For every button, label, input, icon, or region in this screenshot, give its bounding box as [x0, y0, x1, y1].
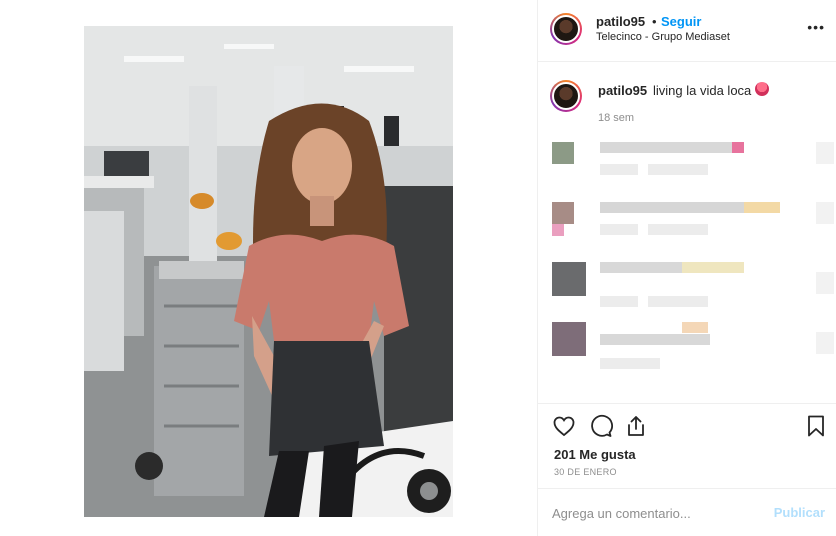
caption-avatar[interactable]	[550, 80, 582, 112]
bookmark-icon[interactable]	[804, 414, 828, 438]
location-link[interactable]: Telecinco - Grupo Mediaset	[596, 31, 730, 43]
caption-username[interactable]: patilo95	[598, 83, 647, 98]
publish-button[interactable]: Publicar	[774, 505, 825, 520]
more-horizontal-icon[interactable]: •••	[807, 20, 825, 34]
comment-form: Publicar	[538, 488, 836, 536]
comment-icon[interactable]	[589, 414, 613, 438]
photo-illustration	[84, 26, 453, 517]
post-actions: 201 Me gusta 30 DE ENERO	[538, 403, 836, 488]
likes-count[interactable]: 201 Me gusta	[554, 447, 636, 462]
caption-time[interactable]: 18 sem	[598, 112, 634, 124]
share-icon[interactable]	[624, 414, 648, 438]
post-side-panel: patilo95 • Seguir Telecinco - Grupo Medi…	[537, 0, 836, 536]
heart-icon[interactable]	[552, 414, 576, 438]
post-header: patilo95 • Seguir Telecinco - Grupo Medi…	[538, 0, 836, 62]
media-area	[0, 0, 537, 536]
username-link[interactable]: patilo95	[596, 14, 645, 29]
post-photo[interactable]	[84, 26, 453, 517]
caption-text: living la vida loca	[653, 83, 752, 98]
avatar[interactable]	[550, 13, 582, 45]
comment-input[interactable]	[552, 502, 762, 524]
tongue-emoji-icon	[755, 82, 769, 96]
follow-button[interactable]: Seguir	[661, 14, 701, 29]
separator-dot: •	[652, 14, 657, 29]
post-date[interactable]: 30 DE ENERO	[554, 467, 617, 477]
